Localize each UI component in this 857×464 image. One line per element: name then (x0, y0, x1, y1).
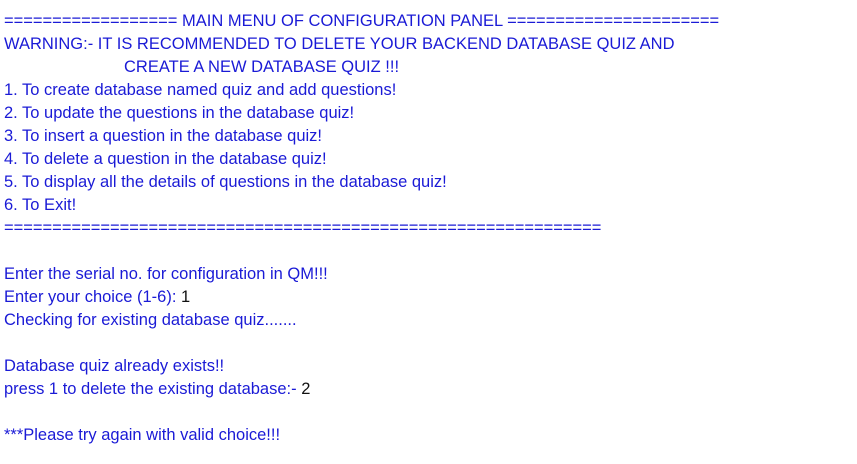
delete-prompt: press 1 to delete the existing database:… (4, 380, 302, 398)
console-output: ================== MAIN MENU OF CONFIGUR… (4, 10, 854, 447)
exists-message: Database quiz already exists!! (4, 357, 225, 375)
menu-item-1: 1. To create database named quiz and add… (4, 81, 397, 99)
menu-item-4: 4. To delete a question in the database … (4, 150, 327, 168)
error-message: ***Please try again with valid choice!!! (4, 426, 281, 444)
menu-item-5: 5. To display all the details of questio… (4, 173, 447, 191)
menu-item-2: 2. To update the questions in the databa… (4, 104, 355, 122)
menu-item-3: 3. To insert a question in the database … (4, 127, 322, 145)
delete-line: press 1 to delete the existing database:… (4, 378, 854, 401)
checking-message: Checking for existing database quiz.....… (4, 311, 297, 329)
delete-input-value[interactable]: 2 (301, 380, 310, 398)
serial-prompt: Enter the serial no. for configuration i… (4, 265, 328, 283)
menu-separator: ========================================… (4, 219, 602, 237)
warning-line-2: CREATE A NEW DATABASE QUIZ !!! (124, 58, 400, 76)
choice-prompt: Enter your choice (1-6): (4, 288, 181, 306)
choice-line: Enter your choice (1-6): 1 (4, 286, 854, 309)
menu-header: ================== MAIN MENU OF CONFIGUR… (4, 12, 720, 30)
menu-item-6: 6. To Exit! (4, 196, 77, 214)
warning-line-1: WARNING:- IT IS RECOMMENDED TO DELETE YO… (4, 35, 675, 53)
choice-input-value[interactable]: 1 (181, 288, 190, 306)
